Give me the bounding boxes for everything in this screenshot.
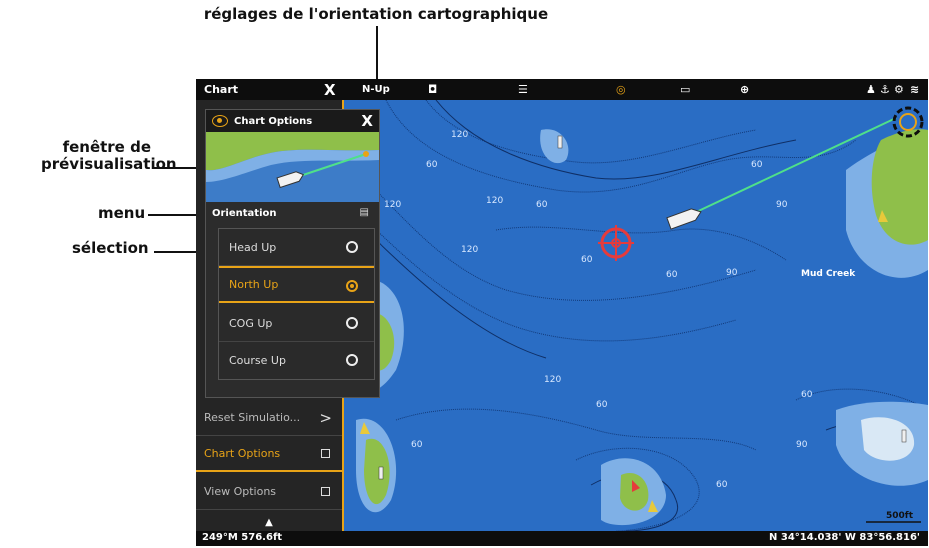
orientation-menu[interactable]: Orientation ▤: [206, 202, 379, 224]
close-chart-button[interactable]: X: [324, 79, 336, 100]
radio-icon[interactable]: [346, 241, 358, 253]
orientation-options: Head Up North Up COG Up Course Up: [218, 228, 375, 380]
chart-title: Chart: [204, 83, 239, 96]
menu-info-icon[interactable]: ▤: [360, 207, 369, 218]
depth-label: 120: [544, 375, 562, 385]
anchor-icon[interactable]: ⚓: [880, 79, 890, 100]
option-north-up[interactable]: North Up: [219, 266, 374, 303]
depth-label: 60: [411, 440, 423, 450]
selection-callout: sélection: [72, 239, 149, 257]
person-icon[interactable]: ♟: [866, 79, 876, 100]
depth-label: 60: [751, 160, 763, 170]
preview-map-graphic: [206, 132, 379, 202]
preview-callout-line1: fenêtre de: [62, 138, 151, 156]
place-name-mud-creek: Mud Creek: [801, 269, 856, 279]
scale-label: 500ft: [886, 511, 914, 521]
depth-label: 90: [796, 440, 808, 450]
depth-label: 60: [426, 160, 438, 170]
option-label: COG Up: [229, 316, 273, 330]
orientation-menu-label: Orientation: [212, 207, 277, 219]
depth-label: 60: [581, 255, 593, 265]
radio-icon[interactable]: [346, 354, 358, 366]
depth-label: 120: [486, 196, 504, 206]
dialog-header: Chart Options X: [206, 110, 379, 132]
orientation-mode-indicator[interactable]: N-Up: [362, 79, 390, 100]
chevron-up-icon[interactable]: ▲: [196, 515, 342, 531]
depth-label: 120: [451, 130, 469, 140]
depth-label: 90: [776, 200, 788, 210]
preview-callout: fenêtre de prévisualisation: [41, 138, 177, 174]
depth-label: 120: [384, 200, 402, 210]
chart-options-dialog: Chart Options X Orientation ▤ Head Up No…: [205, 109, 380, 398]
view-options-label: View Options: [204, 485, 277, 498]
reset-simulation-item[interactable]: Reset Simulatio... >: [196, 400, 342, 436]
waypoint-icon[interactable]: ◘: [428, 79, 437, 100]
radio-selected-icon[interactable]: [346, 280, 358, 292]
chart-screen: 120 60 60 120 60 60 90 90 60 120 120 60 …: [196, 79, 928, 546]
submenu-icon: [321, 487, 330, 496]
gps-icon[interactable]: ◎: [616, 79, 626, 100]
view-options-item[interactable]: View Options: [196, 474, 342, 510]
preview-window: [206, 132, 379, 202]
chevron-right-icon: >: [319, 408, 332, 427]
depth-label: 60: [596, 400, 608, 410]
battery-icon[interactable]: ▭: [680, 79, 690, 100]
status-bar: 249°M 576.6ft N 34°14.038' W 83°56.816': [196, 531, 928, 546]
option-label: North Up: [229, 278, 279, 291]
depth-label: 90: [726, 268, 738, 278]
chart-options-label: Chart Options: [204, 446, 281, 460]
leader-line-top: [376, 26, 378, 80]
menu-callout: menu: [98, 204, 146, 222]
orientation-settings-callout: réglages de l'orientation cartographique: [203, 5, 549, 23]
coordinates-readout: N 34°14.038' W 83°56.816': [769, 532, 920, 543]
option-course-up[interactable]: Course Up: [219, 342, 374, 379]
signal-icon[interactable]: ≋: [910, 79, 919, 100]
radio-icon[interactable]: [346, 317, 358, 329]
depth-label: 120: [461, 245, 479, 255]
reset-simulation-label: Reset Simulatio...: [204, 411, 301, 424]
close-dialog-button[interactable]: X: [361, 112, 373, 130]
depth-label: 60: [536, 200, 548, 210]
option-cog-up[interactable]: COG Up: [219, 305, 374, 342]
preview-callout-line2: prévisualisation: [41, 155, 177, 174]
depth-label: 60: [801, 390, 813, 400]
top-bar: Chart X N-Up ◘ ☰ ◎ ▭ ⊕ ♟ ⚓ ⚙ ≋: [196, 79, 928, 100]
heading-distance-readout: 249°M 576.6ft: [202, 532, 283, 543]
depth-label: 60: [716, 480, 728, 490]
option-label: Head Up: [229, 240, 277, 254]
option-label: Course Up: [229, 354, 286, 367]
gear-icon[interactable]: ⚙: [894, 79, 904, 100]
chart-options-item[interactable]: Chart Options: [196, 436, 342, 472]
dialog-title: Chart Options: [234, 115, 313, 127]
scale-icon[interactable]: ☰: [518, 79, 528, 100]
humminbird-logo-icon: [212, 115, 228, 127]
option-head-up[interactable]: Head Up: [219, 229, 374, 266]
depth-label: 60: [666, 270, 678, 280]
submenu-icon: [321, 448, 330, 458]
crosshair-icon[interactable]: ⊕: [740, 79, 749, 100]
